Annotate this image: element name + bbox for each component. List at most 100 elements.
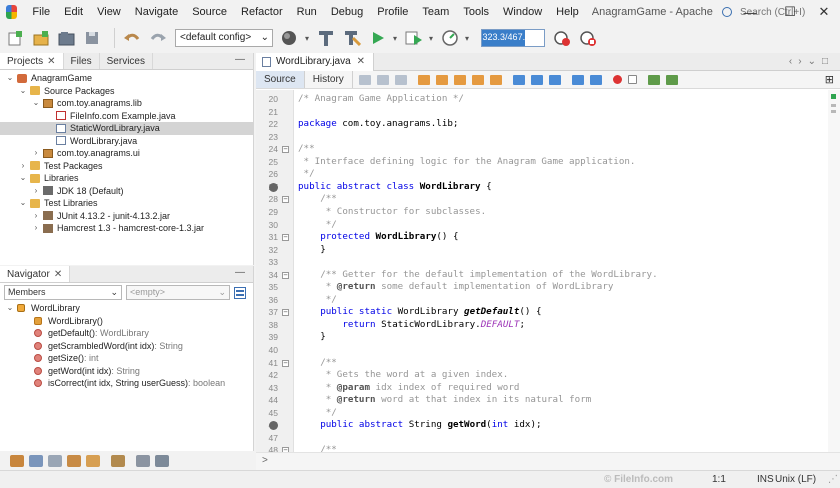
start-macro-icon[interactable] — [612, 75, 622, 84]
code-line[interactable]: 34− /** Getter for the default implementa… — [256, 269, 826, 282]
chevron-down-icon[interactable]: ⌄ — [19, 172, 27, 185]
code-line[interactable]: 35 * @return some default implementation… — [256, 281, 826, 294]
code-line[interactable]: 43 * @param idx index of required word — [256, 382, 826, 395]
sort-alpha-icon[interactable] — [155, 455, 169, 467]
tree-item[interactable]: ⌄ Test Libraries — [0, 197, 253, 210]
chevron-right-icon[interactable]: › — [32, 147, 40, 160]
tree-item[interactable]: WordLibrary.java — [0, 135, 253, 148]
menu-run[interactable]: Run — [290, 0, 324, 24]
show-non-public-icon[interactable] — [67, 455, 81, 467]
code-line[interactable]: 20 /* Anagram Game Application */ — [256, 93, 826, 106]
take-snapshot-button[interactable] — [577, 27, 599, 49]
config-select[interactable]: <default config> ⌄ — [175, 29, 273, 47]
fold-toggle-icon[interactable]: − — [282, 359, 289, 367]
code-line[interactable]: 46public abstract String getWord(int idx… — [256, 419, 826, 432]
shift-right-icon[interactable] — [589, 74, 602, 85]
chevron-right-icon[interactable]: › — [32, 185, 40, 198]
implementation-marker-icon[interactable] — [269, 182, 278, 192]
code-line[interactable]: 23 — [256, 131, 826, 144]
next-bookmark-icon[interactable] — [530, 74, 543, 85]
chevron-right-icon[interactable]: › — [19, 160, 27, 173]
debug-button[interactable] — [403, 27, 425, 49]
undo-button[interactable] — [121, 27, 143, 49]
menu-profile[interactable]: Profile — [370, 0, 415, 24]
code-line[interactable]: 33 — [256, 256, 826, 269]
menu-refactor[interactable]: Refactor — [234, 0, 290, 24]
tree-item[interactable]: ⌄ Libraries — [0, 172, 253, 185]
code-line[interactable]: 31− protected WordLibrary() { — [256, 231, 826, 244]
tab-services[interactable]: Services — [100, 53, 153, 69]
code-line[interactable]: 25 * Interface defining logic for the An… — [256, 156, 826, 169]
uncomment-icon[interactable] — [665, 74, 678, 85]
profile-ide-button[interactable] — [551, 27, 573, 49]
target-platform-button[interactable] — [279, 27, 301, 49]
stop-macro-icon[interactable] — [627, 75, 637, 84]
code-line[interactable]: 24− /** — [256, 143, 826, 156]
tree-item[interactable]: ⌄ AnagramGame — [0, 72, 253, 85]
code-line[interactable]: 39} — [256, 331, 826, 344]
dropdown-arrow-icon[interactable]: ▾ — [305, 34, 309, 43]
tab-files[interactable]: Files — [64, 53, 100, 69]
code-line[interactable]: 47 — [256, 432, 826, 445]
code-line[interactable]: 27public abstract class WordLibrary { — [256, 181, 826, 194]
close-icon[interactable]: ✕ — [54, 269, 62, 280]
tree-item[interactable]: › JDK 18 (Default) — [0, 185, 253, 198]
members-select[interactable]: Members ⌄ — [4, 285, 122, 300]
history-view-button[interactable]: History — [305, 71, 353, 88]
save-all-button[interactable] — [82, 27, 104, 49]
filter-select[interactable]: <empty> ⌄ — [126, 285, 230, 300]
code-line[interactable]: 38 return StaticWordLibrary.DEFAULT; — [256, 319, 826, 332]
horizontal-scrollbar[interactable]: > — [256, 452, 840, 470]
fold-toggle-icon[interactable]: − — [282, 271, 289, 279]
tree-item[interactable]: › com.toy.anagrams.ui — [0, 147, 253, 160]
profile-button[interactable] — [439, 27, 461, 49]
forward-icon[interactable] — [394, 74, 407, 85]
code-line[interactable]: 29 * Constructor for subclasses. — [256, 206, 826, 219]
chevron-down-icon[interactable]: ⌄ — [19, 85, 27, 98]
debug-dropdown-icon[interactable]: ▾ — [429, 34, 433, 43]
new-project-button[interactable] — [30, 27, 52, 49]
menu-team[interactable]: Team — [415, 0, 456, 24]
code-line[interactable]: 21 — [256, 106, 826, 119]
close-window-button[interactable]: ✕ — [806, 0, 840, 24]
clean-build-button[interactable] — [341, 27, 363, 49]
code-line[interactable]: 41− /** — [256, 357, 826, 370]
tree-item[interactable]: › JUnit 4.13.2 - junit-4.13.2.jar — [0, 210, 253, 223]
navigator-member[interactable]: getDefault() : WordLibrary — [0, 327, 253, 340]
previous-bookmark-icon[interactable] — [512, 74, 525, 85]
sort-by-source-icon[interactable] — [111, 455, 125, 467]
find-next-icon[interactable] — [453, 74, 466, 85]
comment-icon[interactable] — [647, 74, 660, 85]
shift-left-icon[interactable] — [571, 74, 584, 85]
fold-toggle-icon[interactable]: − — [282, 234, 289, 242]
show-static-icon[interactable] — [48, 455, 62, 467]
chevron-down-icon[interactable]: ⌄ — [6, 72, 14, 85]
code-line[interactable]: 37− public static WordLibrary getDefault(… — [256, 306, 826, 319]
show-inner-classes-icon[interactable] — [86, 455, 100, 467]
minimize-window-button[interactable]: — — [732, 0, 768, 24]
show-fields-icon[interactable] — [29, 455, 43, 467]
navigator-member[interactable]: WordLibrary() — [0, 315, 253, 328]
fold-toggle-icon[interactable]: − — [282, 309, 289, 317]
build-button[interactable] — [315, 27, 337, 49]
code-line[interactable]: 48−/** — [256, 444, 826, 452]
menu-debug[interactable]: Debug — [324, 0, 370, 24]
tree-item[interactable]: StaticWordLibrary.java — [0, 122, 253, 135]
editor-tab-navigation[interactable]: ‹›⌄□ — [789, 53, 834, 71]
tree-item[interactable]: FileInfo.com Example.java — [0, 110, 253, 123]
menu-tools[interactable]: Tools — [456, 0, 496, 24]
toggle-rectangular-icon[interactable] — [489, 74, 502, 85]
minimize-panel-button[interactable]: — — [235, 266, 245, 280]
menu-window[interactable]: Window — [496, 0, 549, 24]
memory-usage-bar[interactable]: 323.3/467.0MB — [481, 29, 546, 47]
code-line[interactable]: 45 */ — [256, 407, 826, 420]
chevron-down-icon[interactable]: ⌄ — [32, 97, 40, 110]
split-editor-icon[interactable]: ⊞ — [825, 73, 834, 86]
redo-button[interactable] — [147, 27, 169, 49]
sort-by-name-icon[interactable] — [136, 455, 150, 467]
chevron-down-icon[interactable]: ⌄ — [6, 302, 14, 315]
new-file-button[interactable] — [4, 27, 26, 49]
resize-grip-icon[interactable]: ⋰ — [828, 474, 838, 485]
scroll-left-icon[interactable]: > — [262, 455, 268, 466]
fold-toggle-icon[interactable]: − — [282, 196, 289, 204]
